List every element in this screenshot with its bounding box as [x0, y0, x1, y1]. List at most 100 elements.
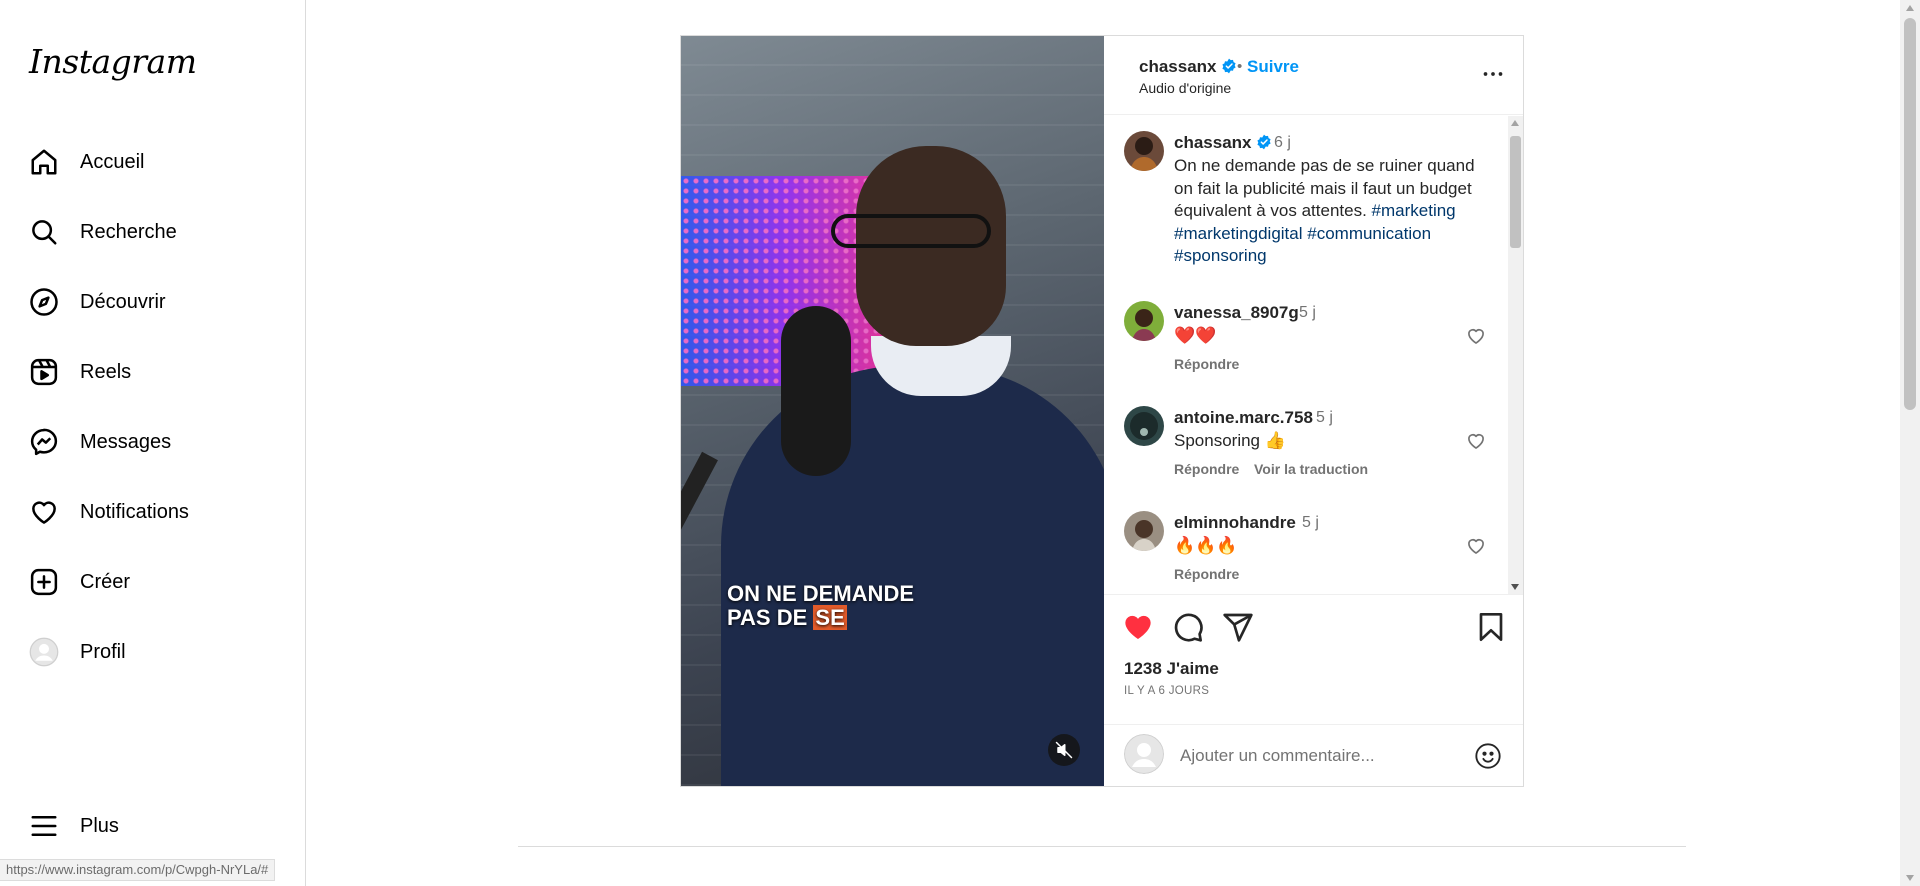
more-icon — [1483, 72, 1503, 76]
section-divider — [518, 846, 1686, 847]
comment-author[interactable]: vanessa_8907g — [1174, 303, 1299, 323]
caption-line-1: ON NE DEMANDE — [727, 581, 915, 606]
comment-time: 5 j — [1316, 409, 1333, 426]
page-scrollbar[interactable] — [1900, 0, 1920, 886]
page-scroll-thumb[interactable] — [1904, 18, 1916, 410]
sidebar-item-create[interactable]: Créer — [28, 558, 278, 606]
emoji-icon[interactable] — [1474, 742, 1502, 770]
sidebar-item-explore[interactable]: Découvrir — [28, 278, 278, 326]
sidebar-item-search[interactable]: Recherche — [28, 208, 278, 256]
sidebar-item-label: Messages — [80, 430, 172, 453]
home-icon — [28, 146, 60, 178]
commenter-avatar[interactable] — [1124, 301, 1164, 341]
caption-line-2-start: PAS DE — [727, 605, 814, 630]
page-scroll-down-icon[interactable] — [1906, 875, 1914, 881]
sidebar-item-label: Recherche — [80, 220, 177, 243]
sidebar-item-label: Profil — [80, 640, 126, 663]
menu-icon — [28, 810, 60, 842]
post-video[interactable]: ON NE DEMANDE PAS DE SE — [681, 36, 1104, 786]
author-avatar[interactable] — [1124, 131, 1164, 171]
translate-button[interactable]: Voir la traduction — [1254, 461, 1368, 477]
reply-button[interactable]: Répondre — [1174, 356, 1239, 372]
sidebar-item-home[interactable]: Accueil — [28, 138, 278, 186]
sidebar-item-label: Notifications — [80, 500, 189, 523]
search-icon — [28, 216, 60, 248]
video-person — [721, 366, 1104, 786]
comment-text: ❤️❤️ — [1174, 326, 1217, 345]
add-comment-bar — [1104, 724, 1523, 786]
video-glasses — [831, 214, 991, 248]
share-icon[interactable] — [1222, 611, 1254, 643]
post-header: chassanx • Suivre Audio d'origine — [1104, 36, 1523, 115]
reply-button[interactable]: Répondre — [1174, 566, 1239, 582]
caption-highlight: SE — [813, 605, 847, 630]
bookmark-icon[interactable] — [1475, 611, 1507, 643]
post-author-name: chassanx — [1139, 57, 1217, 76]
sidebar-item-reels[interactable]: Reels — [28, 348, 278, 396]
sidebar-item-label: Créer — [80, 570, 131, 593]
sidebar-item-label: Découvrir — [80, 290, 166, 313]
sidebar-item-more[interactable]: Plus — [28, 802, 278, 850]
comment-author[interactable]: elminnohandre — [1174, 513, 1296, 533]
page-scroll-up-icon[interactable] — [1906, 5, 1914, 11]
comment-input[interactable] — [1180, 743, 1440, 769]
caption-text: On ne demande pas de se ruiner quand on … — [1174, 155, 1494, 268]
hashtag-link[interactable]: #communication — [1307, 224, 1431, 243]
verified-badge-icon — [1256, 134, 1271, 150]
sidebar-item-profile[interactable]: Profil — [28, 628, 278, 676]
heart-icon — [28, 496, 60, 528]
post-author[interactable]: chassanx — [1139, 57, 1237, 77]
comment-text: Sponsoring 👍 — [1174, 431, 1286, 450]
messenger-icon — [28, 426, 60, 458]
reply-button[interactable]: Répondre — [1174, 461, 1239, 477]
comment-time: 5 j — [1302, 514, 1319, 531]
liked-heart-icon[interactable] — [1122, 611, 1154, 643]
hashtag-link[interactable]: #marketingdigital — [1174, 224, 1303, 243]
commenter-avatar[interactable] — [1124, 406, 1164, 446]
post-modal: ON NE DEMANDE PAS DE SE chassanx • Suivr… — [680, 35, 1524, 787]
post-panel: chassanx • Suivre Audio d'origine chassa… — [1104, 36, 1523, 786]
comments-scrollbar[interactable] — [1508, 116, 1523, 594]
more-options-button[interactable] — [1478, 64, 1508, 84]
hashtag-link[interactable]: #sponsoring — [1174, 246, 1267, 265]
sidebar-item-label: Plus — [80, 814, 119, 837]
scroll-up-arrow-icon[interactable] — [1511, 120, 1519, 126]
post-date: IL Y A 6 JOURS — [1124, 685, 1210, 697]
browser-status-url: https://www.instagram.com/p/Cwpgh-NrYLa/… — [0, 859, 276, 881]
comment-like-icon[interactable] — [1466, 431, 1486, 451]
commenter-avatar[interactable] — [1124, 511, 1164, 551]
comment-like-icon[interactable] — [1466, 326, 1486, 346]
verified-badge-icon — [1221, 58, 1236, 74]
caption-time: 6 j — [1274, 134, 1291, 151]
sidebar-item-label: Reels — [80, 360, 132, 383]
scroll-down-arrow-icon[interactable] — [1511, 584, 1519, 590]
hashtag-link[interactable]: #marketing — [1372, 201, 1456, 220]
caption-line-2: PAS DE SE — [727, 605, 914, 630]
mute-button[interactable] — [1048, 734, 1080, 766]
reels-icon — [28, 356, 60, 388]
sidebar-item-messages[interactable]: Messages — [28, 418, 278, 466]
sidebar-item-label: Accueil — [80, 150, 145, 173]
video-caption: ON NE DEMANDE PAS DE SE — [727, 582, 914, 630]
caption-author-name: chassanx — [1174, 133, 1252, 152]
avatar-icon — [28, 636, 60, 668]
like-count[interactable]: 1238 J'aime — [1124, 659, 1219, 679]
follow-button[interactable]: Suivre — [1247, 57, 1299, 77]
plus-square-icon — [28, 566, 60, 598]
sidebar: Instagram Accueil Recherche Découvrir Re… — [0, 0, 306, 886]
speaker-muted-icon — [1055, 741, 1073, 759]
microphone — [781, 306, 851, 476]
compass-icon — [28, 286, 60, 318]
audio-link[interactable]: Audio d'origine — [1139, 80, 1231, 96]
comment-time: 5 j — [1299, 304, 1316, 321]
comments-list[interactable]: chassanx 6 j On ne demande pas de se rui… — [1104, 116, 1523, 594]
comment-icon[interactable] — [1172, 611, 1204, 643]
comment-author[interactable]: antoine.marc.758 — [1174, 408, 1313, 428]
caption-author[interactable]: chassanx — [1174, 133, 1272, 153]
sidebar-item-notifications[interactable]: Notifications — [28, 488, 278, 536]
post-actions: 1238 J'aime IL Y A 6 JOURS — [1104, 594, 1523, 734]
scroll-thumb[interactable] — [1510, 136, 1521, 248]
comment-like-icon[interactable] — [1466, 536, 1486, 556]
instagram-logo[interactable]: Instagram — [29, 42, 197, 81]
comment-text: 🔥🔥🔥 — [1174, 536, 1238, 555]
